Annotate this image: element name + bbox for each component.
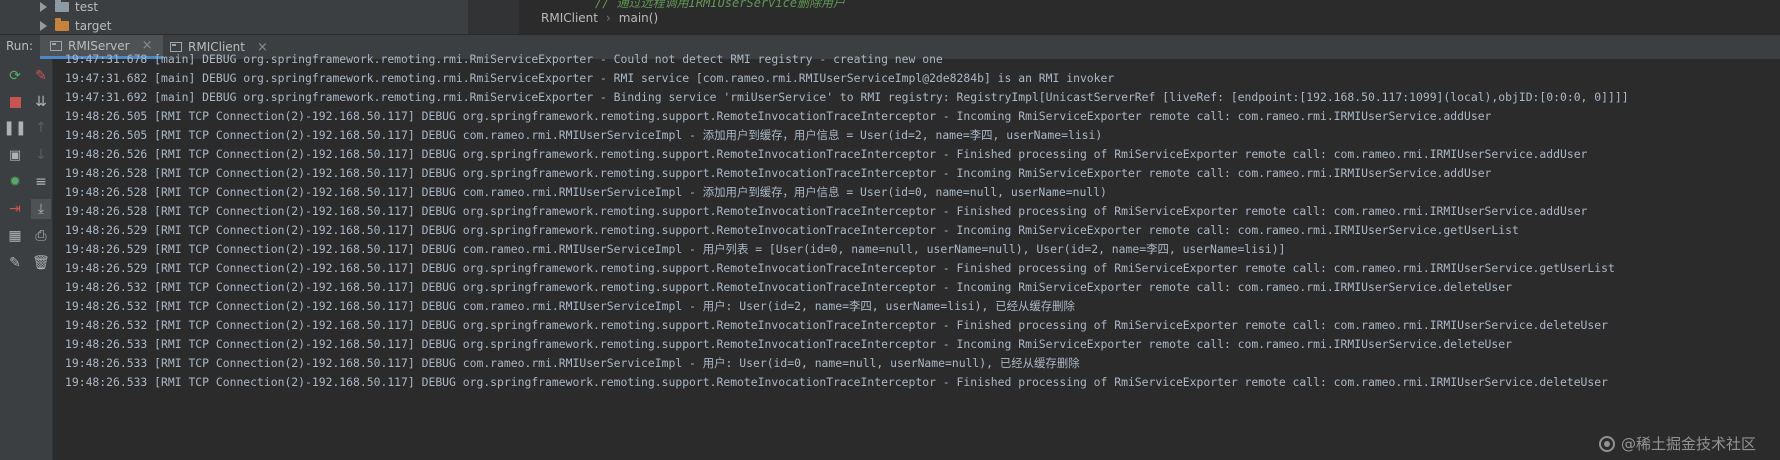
log-line: 19:48:26.532 [RMI TCP Connection(2)-192.…: [65, 299, 1075, 313]
debug-icon[interactable]: ✹: [5, 172, 25, 192]
top-strip: test target // 通过远程调用IRMIUserService删除用户…: [0, 0, 1780, 34]
watermark: @稀土掘金技术社区: [1598, 433, 1756, 454]
trash-icon[interactable]: 🗑: [31, 253, 51, 273]
run-toolbar-left: ⟳ ❚❚ ▣ ✹ ⇥ ▦ ✎: [0, 59, 31, 460]
log-line: 19:48:26.529 [RMI TCP Connection(2)-192.…: [65, 223, 1519, 237]
log-line: 19:48:26.533 [RMI TCP Connection(2)-192.…: [65, 356, 1080, 370]
application-icon: [50, 40, 62, 51]
rerun-icon[interactable]: ⟳: [5, 66, 25, 86]
down-arrow-icon[interactable]: ↓: [31, 145, 51, 165]
log-line: 19:48:26.505 [RMI TCP Connection(2)-192.…: [65, 128, 1103, 142]
watermark-text: @稀土掘金技术社区: [1620, 435, 1756, 453]
log-line: 19:48:26.533 [RMI TCP Connection(2)-192.…: [65, 337, 1512, 351]
chevron-right-icon: ›: [605, 11, 611, 25]
exit-icon[interactable]: ⇥: [5, 199, 25, 219]
clear-icon[interactable]: ✎: [31, 66, 51, 86]
log-line: 19:47:31.682 [main] DEBUG org.springfram…: [65, 71, 1115, 85]
layout-icon[interactable]: ▦: [5, 226, 25, 246]
tree-item-target[interactable]: target: [40, 17, 112, 35]
print-icon[interactable]: ⎙: [31, 226, 51, 246]
stop-icon[interactable]: [5, 92, 25, 112]
juejin-logo-icon: [1598, 435, 1615, 452]
breadcrumb-class[interactable]: RMIClient: [541, 11, 598, 25]
log-line: 19:48:26.526 [RMI TCP Connection(2)-192.…: [65, 147, 1588, 161]
tree-item-label: test: [75, 0, 99, 14]
log-line: 19:48:26.529 [RMI TCP Connection(2)-192.…: [65, 261, 1615, 275]
log-line: 19:48:26.528 [RMI TCP Connection(2)-192.…: [65, 185, 1107, 199]
expand-arrow-icon[interactable]: [40, 2, 47, 12]
editor-gutter: [469, 0, 519, 34]
log-line: 19:48:26.532 [RMI TCP Connection(2)-192.…: [65, 318, 1608, 332]
scroll-to-end-icon[interactable]: ⤓: [31, 199, 51, 219]
run-toolbar-right: ✎ ⇊ ↑ ↓ ≡ ⤓ ⎙ 🗑: [30, 59, 53, 460]
up-arrow-icon[interactable]: ↑: [31, 118, 51, 138]
editor-area: // 通过远程调用IRMIUserService删除用户 RMIClient ›…: [469, 0, 1780, 34]
tree-item-label: target: [75, 19, 112, 33]
log-line: 19:48:26.528 [RMI TCP Connection(2)-192.…: [65, 166, 1492, 180]
soft-wrap-icon[interactable]: ≡: [31, 172, 51, 192]
pin-icon[interactable]: ✎: [5, 253, 25, 273]
log-line: 19:48:26.529 [RMI TCP Connection(2)-192.…: [65, 242, 1286, 256]
expand-arrow-icon[interactable]: [40, 21, 47, 31]
log-line: 19:47:31.678 [main] DEBUG org.springfram…: [65, 52, 943, 66]
breadcrumb-method[interactable]: main(): [619, 11, 658, 25]
folder-orange-icon: [55, 18, 69, 31]
sort-down-icon[interactable]: ⇊: [31, 92, 51, 112]
log-line: 19:48:26.528 [RMI TCP Connection(2)-192.…: [65, 204, 1588, 218]
breadcrumb: RMIClient › main(): [541, 11, 658, 25]
log-line: 19:47:31.692 [main] DEBUG org.springfram…: [65, 90, 1629, 104]
console-output[interactable]: 19:47:31.678 [main] DEBUG org.springfram…: [53, 52, 1780, 460]
log-line: 19:48:26.532 [RMI TCP Connection(2)-192.…: [65, 280, 1512, 294]
code-comment: // 通过远程调用IRMIUserService删除用户: [595, 0, 846, 10]
pause-icon[interactable]: ❚❚: [3, 118, 26, 138]
tree-item-test[interactable]: test: [40, 0, 98, 16]
camera-icon[interactable]: ▣: [5, 145, 25, 165]
run-label: Run:: [6, 39, 34, 53]
log-line: 19:48:26.533 [RMI TCP Connection(2)-192.…: [65, 375, 1608, 389]
log-line: 19:48:26.505 [RMI TCP Connection(2)-192.…: [65, 109, 1492, 123]
folder-icon: [55, 0, 69, 12]
project-tree-panel: test target: [0, 0, 469, 34]
